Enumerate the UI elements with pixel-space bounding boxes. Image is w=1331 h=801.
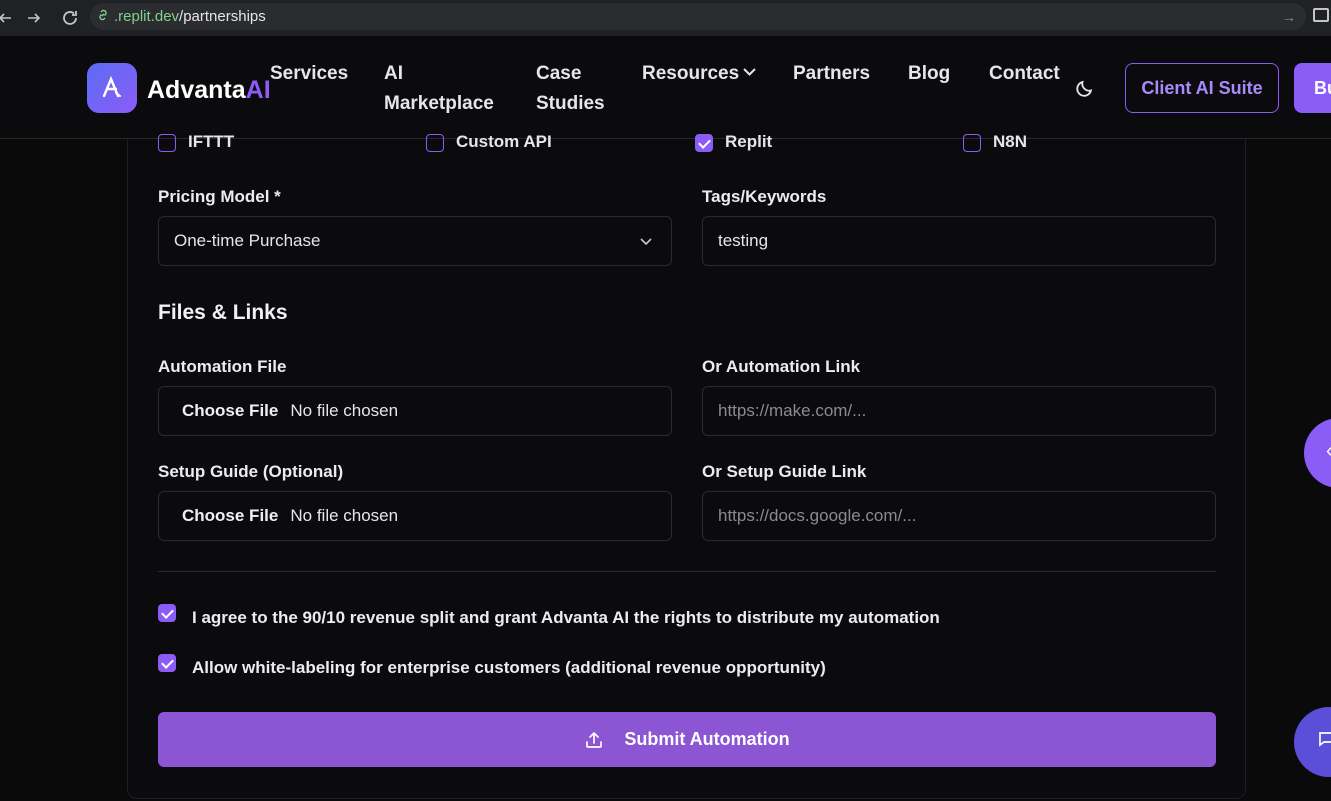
setup-guide-label: Setup Guide (Optional) [158,462,344,481]
pricing-model-label: Pricing Model * [158,187,281,206]
url-host: .replit.dev [114,8,180,25]
pricing-model-value: One-time Purchase [174,231,321,250]
agree-whitelabel-text: Allow white-labeling for enterprise cust… [192,658,826,677]
address-bar[interactable]: .replit.dev/partnerships → [90,3,1306,30]
automation-link-input[interactable] [702,386,1216,436]
automation-link-label: Or Automation Link [702,357,861,376]
chat-button[interactable] [1294,707,1331,777]
forward-icon[interactable]: → [1282,9,1296,25]
files-links-heading: Files & Links [158,301,288,324]
browser-toolbar: .replit.dev/partnerships → [0,0,1331,36]
platform-n8n[interactable]: N8N [963,132,1028,152]
site-header: AdvantaAI Services AI Marketplace Case S… [0,36,1331,139]
submit-automation-button[interactable]: Submit Automation [158,712,1216,767]
checkbox[interactable] [426,133,444,152]
nav-ai-marketplace[interactable]: AI Marketplace [384,59,494,119]
platform-label: Custom API [456,132,552,151]
nav-contact[interactable]: Contact [989,59,1060,89]
moon-icon[interactable] [1075,78,1095,98]
submit-label: Submit Automation [624,729,790,749]
nav-resources-label: Resources [642,63,740,84]
setup-guide-link-input[interactable] [702,491,1216,541]
brand-main: Advanta [147,76,246,104]
platform-label: IFTTT [188,132,235,151]
cta-button[interactable]: Bu [1294,63,1331,113]
platform-label: N8N [993,132,1028,151]
platform-custom-api[interactable]: Custom API [426,132,552,152]
checkbox-checked[interactable] [695,133,713,152]
choose-file-button[interactable]: Choose File [182,401,278,421]
agree-whitelabel-checkbox[interactable] [158,654,176,672]
nav-partners[interactable]: Partners [793,59,870,89]
tags-label: Tags/Keywords [702,187,827,206]
checkbox[interactable] [963,133,981,152]
setup-guide-link-label: Or Setup Guide Link [702,462,867,481]
link-icon [96,8,110,26]
nav-services[interactable]: Services [270,59,348,89]
pricing-model-select[interactable]: One-time Purchase [158,216,672,266]
forward-arrow-icon[interactable] [23,7,45,29]
tags-field[interactable] [718,231,1215,251]
agree-whitelabel-row[interactable]: Allow white-labeling for enterprise cust… [158,654,826,678]
automation-file-label: Automation File [158,357,287,376]
tags-input[interactable] [702,216,1216,266]
agree-revenue-text: I agree to the 90/10 revenue split and g… [192,608,940,627]
chevron-down-icon [639,233,653,247]
nav-ai-marketplace-line2: Marketplace [384,93,494,114]
agree-revenue-checkbox[interactable] [158,604,176,622]
client-ai-suite-button[interactable]: Client AI Suite [1125,63,1279,113]
platform-replit[interactable]: Replit [695,132,773,152]
nav-resources[interactable]: Resources [642,59,756,90]
url-path: /partnerships [179,8,266,25]
logo-icon[interactable] [87,63,137,113]
reload-icon[interactable] [59,7,81,29]
monitor-icon[interactable] [1313,8,1329,22]
brand-accent: AI [245,76,271,104]
chat-icon [1316,729,1331,755]
nav-ai-marketplace-line1: AI [384,63,403,84]
divider [158,571,1216,572]
platform-label: Replit [725,132,773,151]
nav-case-studies-line1: Case [536,63,582,84]
nav-case-studies-line2: Studies [536,93,605,114]
brand-name[interactable]: AdvantaAI [147,76,271,105]
checkbox[interactable] [158,133,176,152]
automation-file-input[interactable]: Choose File No file chosen [158,386,672,436]
platform-ifttt[interactable]: IFTTT [158,132,235,152]
no-file-text: No file chosen [290,401,399,420]
setup-guide-link-field[interactable] [718,506,1215,526]
no-file-text: No file chosen [290,506,399,525]
arrow-icon: ‹ [1326,440,1331,463]
nav-blog[interactable]: Blog [908,59,950,89]
automation-link-field[interactable] [718,401,1215,421]
nav-case-studies[interactable]: Case Studies [536,59,605,119]
back-arrow-icon[interactable] [0,7,16,29]
choose-file-button[interactable]: Choose File [182,506,278,526]
upload-icon [586,731,603,748]
chevron-down-icon [743,58,756,88]
agree-revenue-row[interactable]: I agree to the 90/10 revenue split and g… [158,604,940,628]
setup-guide-file-input[interactable]: Choose File No file chosen [158,491,672,541]
floating-action-button[interactable]: ‹ [1304,418,1331,488]
